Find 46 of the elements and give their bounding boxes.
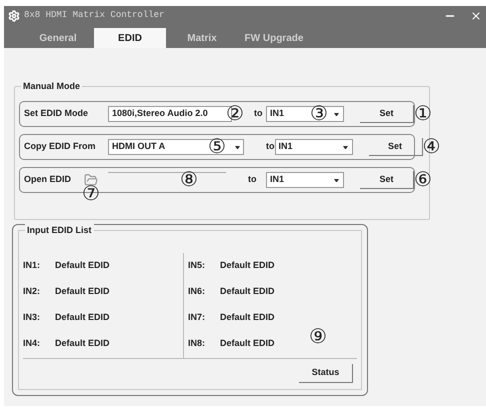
dropdown-arrow-icon xyxy=(334,178,339,182)
input-port-label: IN2: xyxy=(23,285,42,296)
callout-number: ④ xyxy=(422,137,440,157)
status-button[interactable]: Status xyxy=(299,364,353,383)
target-dropdown[interactable]: IN1 xyxy=(266,172,344,188)
row-label: Open EDID xyxy=(24,173,72,186)
folder-icon[interactable] xyxy=(84,173,98,187)
callout-number: ⑧ xyxy=(180,170,198,190)
to-label: to xyxy=(266,140,274,154)
row-label: Copy EDID From xyxy=(24,140,97,154)
dropdown-arrow-icon xyxy=(342,146,348,148)
input-port-label: IN4: xyxy=(23,337,42,348)
tab[interactable]: EDID xyxy=(94,28,166,48)
input-port-label: IN3: xyxy=(23,311,42,322)
edid-status: Default EDID xyxy=(55,285,110,296)
target-dropdown[interactable]: IN1 xyxy=(274,139,352,155)
input-port-label: IN7: xyxy=(188,311,206,322)
input-port-label: IN1: xyxy=(23,259,42,270)
input-port-label: IN5: xyxy=(188,259,206,270)
edid-status: Default EDID xyxy=(220,259,275,270)
callout-number: ① xyxy=(414,104,432,124)
to-label: to xyxy=(248,173,258,186)
callout-number: ③ xyxy=(310,104,328,124)
window-title: 8x8 HDMI Matrix Controller xyxy=(24,9,164,22)
input-port-label: IN8: xyxy=(188,337,206,348)
callout-number: ⑦ xyxy=(82,184,100,204)
to-label: to xyxy=(254,107,264,120)
dropdown-arrow-icon xyxy=(235,146,240,148)
edid-status: Default EDID xyxy=(220,337,275,348)
set-button[interactable]: Set xyxy=(360,105,414,123)
edid-status: Default EDID xyxy=(55,337,110,348)
edid-status: Default EDID xyxy=(220,311,275,322)
edid-status: Default EDID xyxy=(55,311,110,322)
edid-status: Default EDID xyxy=(220,285,275,296)
callout-number: ⑤ xyxy=(208,137,226,157)
set-button[interactable]: Set xyxy=(360,171,414,189)
edid-status: Default EDID xyxy=(55,259,110,270)
callout-number: ⑥ xyxy=(414,170,432,190)
group-title: Input EDID List xyxy=(25,224,94,238)
close-icon[interactable] xyxy=(470,10,482,22)
callout-number: ⑨ xyxy=(309,327,327,347)
row-label: Set EDID Mode xyxy=(24,107,90,120)
gear-icon xyxy=(8,10,20,22)
set-button[interactable]: Set xyxy=(368,138,422,156)
dropdown-arrow-icon xyxy=(334,112,339,116)
input-port-label: IN6: xyxy=(188,285,206,296)
